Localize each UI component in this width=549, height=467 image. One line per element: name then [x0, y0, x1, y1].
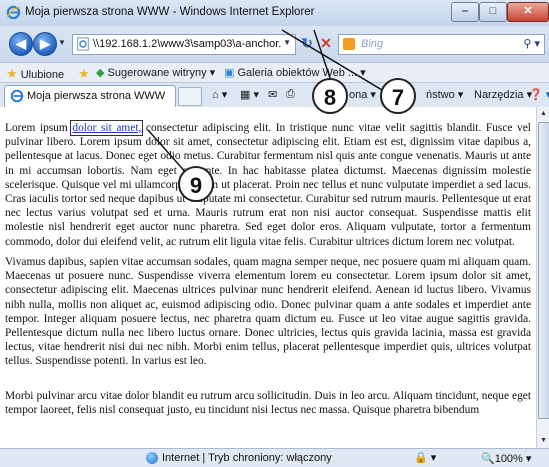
refresh-button[interactable]: ↻	[298, 35, 316, 53]
paragraph-1-lead: Lorem ipsum	[5, 122, 73, 134]
paragraph-1-body: consectetur adipiscing elit. In tristiqu…	[5, 122, 531, 248]
favorites-bar: ★ Ulubione ★ ◆ Sugerowane witryny ▾ ▣ Ga…	[0, 62, 549, 83]
close-button[interactable]: ✕	[507, 2, 549, 22]
ie-page-icon	[10, 89, 24, 103]
callout-7: 7	[380, 78, 416, 114]
window-title: Moja pierwsza strona WWW - Windows Inter…	[25, 6, 315, 18]
paragraph-1: Lorem ipsum dolor sit amet, consectetur …	[5, 120, 531, 249]
minimize-button[interactable]: ‒	[451, 2, 479, 22]
scrollbar-thumb[interactable]	[538, 122, 549, 419]
page-content: Lorem ipsum dolor sit amet, consectetur …	[0, 107, 536, 448]
favorites-label: Ulubione	[20, 69, 65, 81]
favorites-button[interactable]: ★ Ulubione	[6, 66, 64, 82]
bing-icon	[343, 38, 355, 50]
mail-icon[interactable]: ✉	[268, 88, 277, 101]
internet-zone-globe-icon	[146, 452, 158, 464]
forward-button[interactable]: ▶	[33, 32, 57, 56]
web-slice-icon: ▣	[224, 67, 235, 79]
callout-9: 9	[178, 166, 214, 202]
suggested-sites-label: Sugerowane witryny ▾	[107, 67, 216, 79]
recent-pages-chevron-down-icon[interactable]: ▼	[58, 38, 66, 47]
tab-moja-pierwsza-strona[interactable]: Moja pierwsza strona WWW	[4, 85, 176, 107]
tab-command-bar: Moja pierwsza strona WWW ⌂ ▾ ▦ ▾ ✉ ⎙ ona…	[0, 82, 549, 108]
anchor-link[interactable]: dolor sit amet,	[70, 120, 144, 136]
search-input[interactable]: Bing	[361, 38, 383, 50]
scroll-down-arrow-icon[interactable]: ▼	[538, 435, 549, 447]
status-bar: Internet | Tryb chroniony: włączony 🔒 ▾ …	[0, 448, 549, 467]
tab-label: Moja pierwsza strona WWW	[27, 90, 166, 102]
navigation-bar: ◀ ▶ ▼ \\192.168.1.2\www3\samp03\a-anchor…	[0, 26, 549, 62]
new-tab-button[interactable]	[178, 87, 202, 106]
search-box[interactable]: Bing ⚲ ▾	[338, 34, 545, 55]
feeds-icon[interactable]: ▦ ▾	[240, 88, 259, 101]
safety-menu-button[interactable]: ństwo ▾	[426, 88, 463, 101]
web-slice-gallery-label: Galeria obiektów Web ... ▾	[237, 67, 366, 79]
suggested-sites-button[interactable]: ◆ Sugerowane witryny ▾	[96, 66, 215, 79]
suggested-sites-icon: ◆	[96, 67, 105, 79]
web-slice-gallery-button[interactable]: ▣ Galeria obiektów Web ... ▾	[224, 66, 366, 79]
ie-logo-icon	[6, 5, 21, 20]
browser-window: Moja pierwsza strona WWW - Windows Inter…	[0, 0, 549, 467]
vertical-scrollbar[interactable]: ▲ ▼	[536, 107, 549, 448]
status-text: Internet | Tryb chroniony: włączony	[162, 452, 332, 464]
add-favorite-icon[interactable]: ★	[78, 66, 90, 82]
paragraph-2: Vivamus dapibus, sapien vitae accumsan s…	[5, 256, 531, 368]
protected-mode-icon[interactable]: 🔒 ▾	[414, 451, 436, 464]
home-icon[interactable]: ⌂ ▾	[212, 88, 227, 101]
page-menu-button[interactable]: ona ▾	[349, 88, 376, 101]
address-bar[interactable]: \\192.168.1.2\www3\samp03\a-anchor. ▼	[72, 34, 296, 55]
maximize-button[interactable]: □	[479, 2, 507, 22]
stop-button[interactable]: ✕	[318, 35, 334, 51]
zoom-level[interactable]: 🔍100% ▾	[481, 452, 531, 465]
tools-menu-button[interactable]: Narzędzia ▾	[474, 88, 532, 101]
scroll-up-arrow-icon[interactable]: ▲	[538, 108, 549, 120]
print-icon[interactable]: ⎙	[286, 88, 295, 101]
title-bar: Moja pierwsza strona WWW - Windows Inter…	[0, 0, 549, 26]
address-input[interactable]: \\192.168.1.2\www3\samp03\a-anchor.	[93, 38, 281, 50]
address-chevron-down-icon[interactable]: ▼	[283, 38, 291, 47]
search-icon[interactable]: ⚲ ▾	[523, 37, 540, 50]
callout-8: 8	[312, 78, 348, 114]
star-icon: ★	[6, 66, 18, 81]
back-button[interactable]: ◀	[9, 32, 33, 56]
page-icon	[77, 37, 89, 51]
help-icon[interactable]: ❓ ▾	[529, 88, 549, 101]
paragraph-3: Morbi pulvinar arcu vitae dolor blandit …	[5, 390, 531, 417]
